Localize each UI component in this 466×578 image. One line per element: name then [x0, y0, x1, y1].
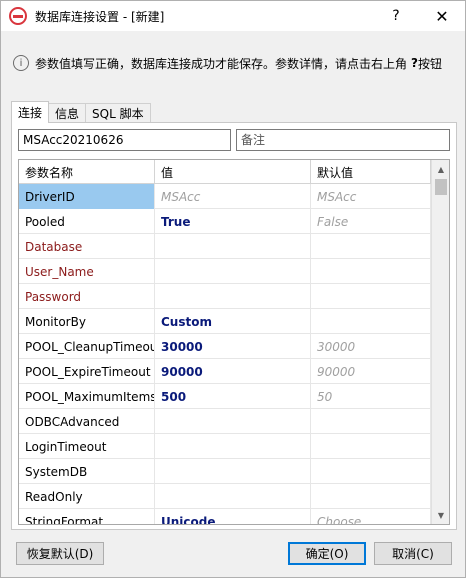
table-row[interactable]: Database — [19, 234, 431, 259]
table-row[interactable]: Pooled True False — [19, 209, 431, 234]
table-row[interactable]: MonitorBy Custom — [19, 309, 431, 334]
help-hint-icon: ? — [411, 56, 418, 70]
table-row[interactable]: POOL_MaximumItems 500 50 — [19, 384, 431, 409]
param-value-cell[interactable] — [155, 234, 311, 259]
table-row[interactable]: ODBCAdvanced — [19, 409, 431, 434]
info-icon: i — [13, 55, 29, 71]
param-default-cell: MSAcc — [311, 184, 431, 209]
tab-sql-script[interactable]: SQL 脚本 — [85, 103, 151, 123]
table-row[interactable]: Password — [19, 284, 431, 309]
param-default-cell: False — [311, 209, 431, 234]
param-name-cell[interactable]: SystemDB — [19, 459, 155, 484]
param-default-cell — [311, 309, 431, 334]
param-value-cell[interactable] — [155, 434, 311, 459]
param-default-cell — [311, 259, 431, 284]
param-name-cell[interactable]: POOL_ExpireTimeout — [19, 359, 155, 384]
param-name-cell[interactable]: LoginTimeout — [19, 434, 155, 459]
table-row[interactable]: LoginTimeout — [19, 434, 431, 459]
param-value-cell[interactable] — [155, 484, 311, 509]
scroll-down-icon[interactable]: ▼ — [432, 506, 449, 524]
table-row[interactable]: StringFormat Unicode Choose — [19, 509, 431, 524]
table-row[interactable]: DriverID MSAcc MSAcc — [19, 184, 431, 209]
grid-body: DriverID MSAcc MSAcc Pooled True False D… — [19, 184, 431, 524]
param-default-cell — [311, 284, 431, 309]
param-default-cell — [311, 409, 431, 434]
grid-header: 参数名称 值 默认值 — [19, 160, 431, 184]
param-value-cell[interactable] — [155, 459, 311, 484]
param-name-cell[interactable]: StringFormat — [19, 509, 155, 524]
param-value-cell[interactable]: Custom — [155, 309, 311, 334]
param-value-cell[interactable]: 30000 — [155, 334, 311, 359]
param-default-cell: 90000 — [311, 359, 431, 384]
cancel-button[interactable]: 取消(C) — [374, 542, 452, 565]
header-param-name[interactable]: 参数名称 — [19, 160, 155, 184]
grid-scrollbar[interactable]: ▲ ▼ — [431, 160, 449, 524]
title-bar: 数据库连接设置 - [新建] ? ✕ — [1, 1, 465, 31]
param-name-cell[interactable]: ReadOnly — [19, 484, 155, 509]
param-value-cell[interactable]: MSAcc — [155, 184, 311, 209]
param-name-cell[interactable]: Password — [19, 284, 155, 309]
table-row[interactable]: SystemDB — [19, 459, 431, 484]
param-value-cell[interactable] — [155, 259, 311, 284]
param-value-cell[interactable]: Unicode — [155, 509, 311, 524]
table-row[interactable]: ReadOnly — [19, 484, 431, 509]
param-default-cell: 50 — [311, 384, 431, 409]
param-default-cell — [311, 434, 431, 459]
param-value-cell[interactable]: True — [155, 209, 311, 234]
tab-connection[interactable]: 连接 — [11, 101, 50, 123]
info-message: i 参数值填写正确，数据库连接成功才能保存。参数详情，请点击右上角 ? 按钮 — [13, 53, 463, 73]
parameter-grid: 参数名称 值 默认值 DriverID MSAcc MSAcc Pooled T… — [18, 159, 450, 525]
param-value-cell[interactable]: 500 — [155, 384, 311, 409]
param-name-cell[interactable]: POOL_MaximumItems — [19, 384, 155, 409]
param-name-cell[interactable]: MonitorBy — [19, 309, 155, 334]
info-text-tail: 按钮 — [417, 56, 442, 71]
param-value-cell[interactable] — [155, 409, 311, 434]
param-default-cell — [311, 484, 431, 509]
close-button[interactable]: ✕ — [419, 1, 465, 31]
ok-button[interactable]: 确定(O) — [288, 542, 366, 565]
dialog-window: 数据库连接设置 - [新建] ? ✕ i 参数值填写正确，数据库连接成功才能保存… — [0, 0, 466, 578]
param-default-cell: Choose — [311, 509, 431, 524]
remark-input[interactable] — [236, 129, 450, 151]
header-default[interactable]: 默认值 — [311, 160, 431, 184]
param-value-cell[interactable] — [155, 284, 311, 309]
param-name-cell[interactable]: DriverID — [19, 184, 155, 209]
param-name-cell[interactable]: ODBCAdvanced — [19, 409, 155, 434]
tab-strip: 连接 信息 SQL 脚本 — [11, 101, 151, 123]
param-default-cell — [311, 234, 431, 259]
param-name-cell[interactable]: Pooled — [19, 209, 155, 234]
restore-defaults-button[interactable]: 恢复默认(D) — [16, 542, 104, 565]
header-value[interactable]: 值 — [155, 160, 311, 184]
window-title: 数据库连接设置 - [新建] — [35, 9, 165, 24]
table-row[interactable]: POOL_CleanupTimeout 30000 30000 — [19, 334, 431, 359]
param-name-cell[interactable]: POOL_CleanupTimeout — [19, 334, 155, 359]
param-value-cell[interactable]: 90000 — [155, 359, 311, 384]
scroll-up-icon[interactable]: ▲ — [432, 160, 449, 178]
table-row[interactable]: User_Name — [19, 259, 431, 284]
param-default-cell — [311, 459, 431, 484]
connection-panel: 参数名称 值 默认值 DriverID MSAcc MSAcc Pooled T… — [11, 122, 457, 530]
tab-info[interactable]: 信息 — [48, 103, 87, 123]
param-name-cell[interactable]: Database — [19, 234, 155, 259]
param-default-cell: 30000 — [311, 334, 431, 359]
table-row[interactable]: POOL_ExpireTimeout 90000 90000 — [19, 359, 431, 384]
app-logo-icon — [9, 7, 27, 25]
param-name-cell[interactable]: User_Name — [19, 259, 155, 284]
scroll-thumb[interactable] — [435, 179, 447, 195]
help-button[interactable]: ? — [373, 1, 419, 31]
info-text: 参数值填写正确，数据库连接成功才能保存。参数详情，请点击右上角 — [35, 56, 408, 71]
connection-name-input[interactable] — [18, 129, 231, 151]
